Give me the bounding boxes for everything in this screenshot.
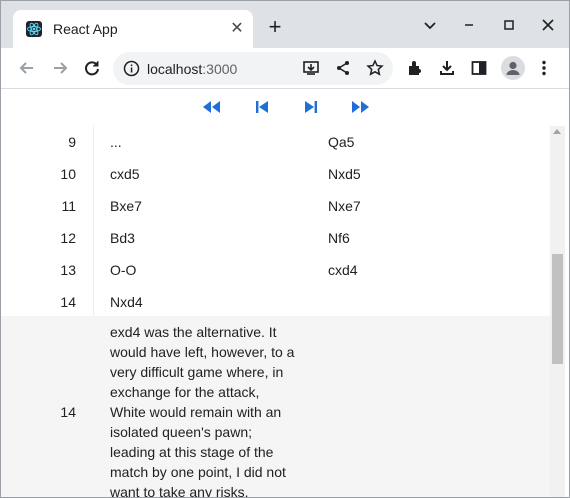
share-icon[interactable] (331, 56, 355, 80)
minimize-icon[interactable] (457, 15, 481, 35)
black-move[interactable]: Nxe7 (328, 190, 361, 222)
white-move[interactable]: Bxe7 (110, 190, 142, 222)
tab-close-icon[interactable]: ✕ (227, 19, 247, 39)
move-row[interactable]: 10 cxd5 Nxd5 (1, 158, 550, 190)
close-window-icon[interactable] (536, 15, 560, 35)
url-text: localhost:3000 (147, 61, 238, 77)
move-row[interactable]: 13 O-O cxd4 (1, 254, 550, 286)
move-number: 12 (60, 230, 76, 246)
white-move[interactable]: ... (110, 126, 122, 158)
scroll-up-arrow-icon[interactable] (553, 129, 561, 134)
column-divider (93, 158, 94, 190)
tab-search-icon[interactable] (418, 15, 442, 35)
column-divider (93, 254, 94, 286)
scroll-thumb[interactable] (552, 254, 563, 364)
vertical-scrollbar[interactable] (550, 126, 565, 497)
comment-line: would have left, however, to a (110, 344, 295, 360)
move-list: 9 ... Qa5 10 cxd5 Nxd5 11 Bxe7 Nxe7 12 B… (1, 126, 550, 498)
last-move-icon[interactable] (350, 98, 370, 116)
reload-icon[interactable] (80, 56, 104, 80)
react-logo-icon (26, 21, 42, 37)
comment-line: exchange for the attack, (110, 384, 260, 400)
comment-row: 14 exd4 was the alternative. It would ha… (1, 316, 550, 498)
profile-avatar-icon[interactable] (501, 56, 525, 80)
bookmark-star-icon[interactable] (363, 56, 387, 80)
move-number: 9 (68, 134, 76, 150)
white-move[interactable]: Bd3 (110, 222, 135, 254)
comment-line: isolated queen's pawn; (110, 424, 252, 440)
move-number: 10 (60, 166, 76, 182)
next-move-icon[interactable] (300, 98, 320, 116)
comment-move-number: 14 (60, 404, 76, 420)
comment-line: match by one point, I did not (110, 464, 286, 480)
previous-move-icon[interactable] (253, 98, 273, 116)
move-navigation (1, 90, 569, 126)
comment-line: want to take any risks. (110, 484, 249, 498)
browser-tab[interactable]: React App ✕ (13, 10, 253, 48)
more-menu-icon[interactable] (532, 56, 556, 80)
maximize-icon[interactable] (497, 15, 521, 35)
back-arrow-icon[interactable] (15, 56, 39, 80)
black-move[interactable]: Qa5 (328, 126, 354, 158)
extensions-icon[interactable] (403, 56, 427, 80)
tab-strip: React App ✕ + (1, 1, 569, 48)
side-panel-icon[interactable] (467, 56, 491, 80)
column-divider (93, 126, 94, 158)
column-divider (93, 190, 94, 222)
black-move[interactable]: Nxd5 (328, 158, 361, 190)
forward-arrow-icon[interactable] (48, 56, 72, 80)
move-row[interactable]: 12 Bd3 Nf6 (1, 222, 550, 254)
move-number: 11 (61, 198, 76, 214)
comment-line: very difficult game where, in (110, 364, 284, 380)
page-content: 9 ... Qa5 10 cxd5 Nxd5 11 Bxe7 Nxe7 12 B… (1, 90, 569, 498)
first-move-icon[interactable] (202, 98, 222, 116)
new-tab-button[interactable]: + (263, 16, 287, 40)
move-number: 13 (60, 262, 76, 278)
move-comment: exd4 was the alternative. It would have … (110, 322, 300, 498)
move-number: 14 (60, 294, 76, 310)
white-move[interactable]: cxd5 (110, 158, 140, 190)
white-move[interactable]: O-O (110, 254, 136, 286)
browser-window: React App ✕ + localhost:3000 9 ... Qa5 1… (0, 0, 570, 498)
move-row[interactable]: 9 ... Qa5 (1, 126, 550, 158)
comment-line: exd4 was the alternative. It (110, 324, 277, 340)
browser-toolbar: localhost:3000 (1, 48, 569, 89)
move-row[interactable]: 11 Bxe7 Nxe7 (1, 190, 550, 222)
black-move[interactable]: cxd4 (328, 254, 358, 286)
comment-line: leading at this stage of the (110, 444, 274, 460)
black-move[interactable]: Nf6 (328, 222, 350, 254)
column-divider (93, 222, 94, 254)
comment-line: White would remain with an (110, 404, 282, 420)
download-icon[interactable] (435, 56, 459, 80)
site-info-icon[interactable] (123, 60, 140, 77)
column-divider (93, 286, 94, 318)
install-app-icon[interactable] (299, 56, 323, 80)
tab-title: React App (53, 21, 118, 37)
address-bar[interactable]: localhost:3000 (113, 52, 393, 85)
white-move[interactable]: Nxd4 (110, 286, 143, 318)
move-row[interactable]: 14 Nxd4 (1, 286, 550, 318)
